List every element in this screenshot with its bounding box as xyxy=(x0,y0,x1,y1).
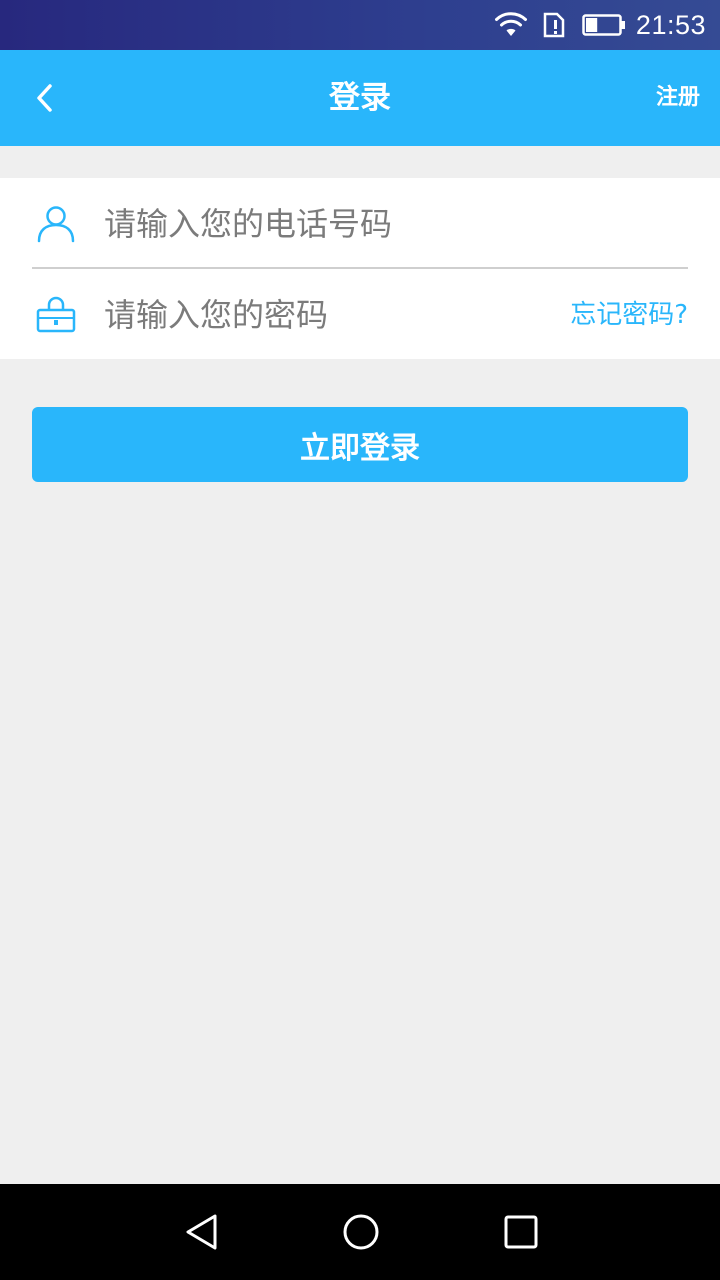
status-bar: 21:53 xyxy=(0,0,720,50)
back-triangle-icon[interactable] xyxy=(181,1212,221,1252)
phone-input[interactable] xyxy=(104,196,684,252)
user-icon xyxy=(35,203,77,245)
wifi-icon xyxy=(494,12,528,38)
page-title: 登录 xyxy=(329,80,391,116)
login-button[interactable]: 立即登录 xyxy=(32,407,688,482)
register-link[interactable]: 注册 xyxy=(656,50,700,146)
password-row: 忘记密码? xyxy=(0,269,720,359)
input-divider xyxy=(32,267,688,269)
lock-icon xyxy=(35,294,77,336)
sim-alert-icon xyxy=(542,11,568,39)
status-time: 21:53 xyxy=(635,9,706,40)
system-nav-bar xyxy=(0,1184,720,1280)
password-input[interactable] xyxy=(104,287,534,343)
forgot-password-link[interactable]: 忘记密码? xyxy=(570,269,688,359)
recents-square-icon[interactable] xyxy=(501,1212,541,1252)
phone-row xyxy=(0,178,720,268)
home-circle-icon[interactable] xyxy=(341,1212,381,1252)
app-header: 登录 注册 xyxy=(0,50,720,146)
battery-icon xyxy=(582,14,626,36)
